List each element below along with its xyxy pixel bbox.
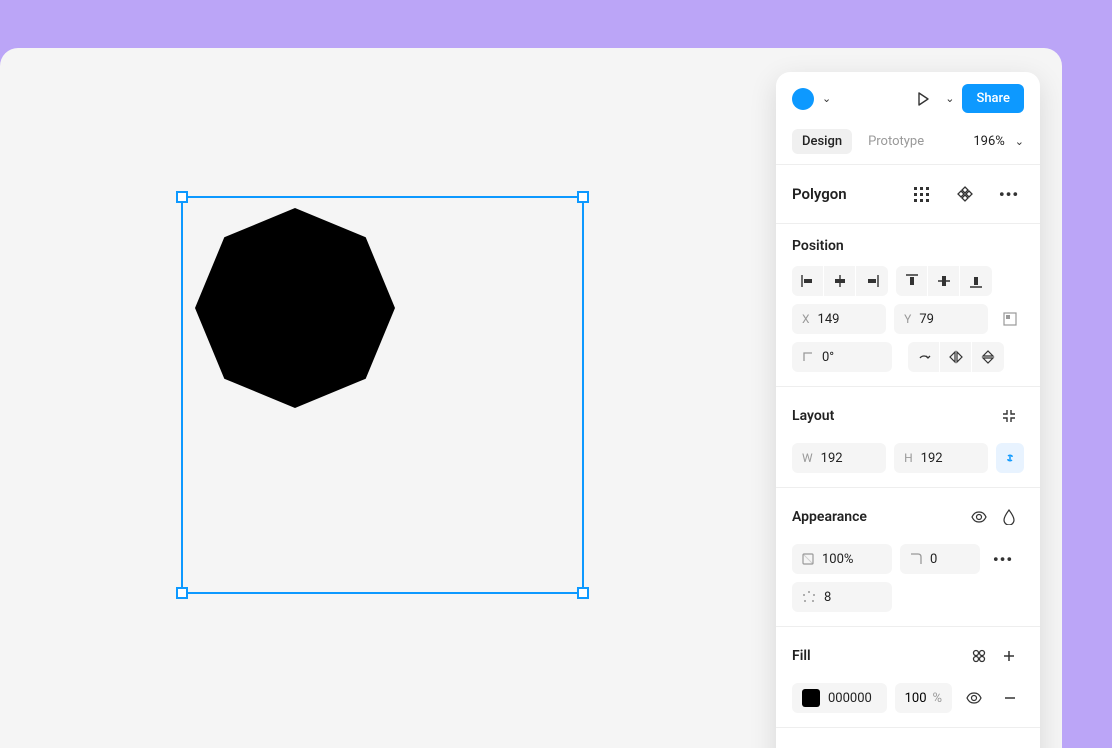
appearance-section: Appearance 100% 0 ••• xyxy=(776,487,1040,626)
chevron-down-icon[interactable]: ⌄ xyxy=(945,92,954,105)
add-stroke-icon[interactable] xyxy=(994,742,1024,748)
visibility-icon[interactable] xyxy=(960,683,988,713)
resize-handle-nw[interactable] xyxy=(176,191,188,203)
y-field[interactable]: Y 79 xyxy=(894,304,988,334)
section-title-appearance: Appearance xyxy=(792,509,867,525)
fill-color-field[interactable]: 000000 xyxy=(792,683,887,713)
h-value: 192 xyxy=(921,451,943,466)
play-button[interactable] xyxy=(909,85,937,113)
x-field[interactable]: X 149 xyxy=(792,304,886,334)
fill-pct-value: 100 xyxy=(905,691,927,706)
transform-group xyxy=(908,342,1004,372)
layout-section: Layout W 192 H 192 xyxy=(776,386,1040,487)
rotation-value: 0° xyxy=(822,350,834,365)
component-grid-icon[interactable] xyxy=(906,179,936,209)
sides-field[interactable]: 8 xyxy=(792,582,892,612)
resize-handle-ne[interactable] xyxy=(577,191,589,203)
rotation-field[interactable]: 0° xyxy=(792,342,892,372)
stroke-section: Stroke xyxy=(776,727,1040,748)
radius-field[interactable]: 0 xyxy=(900,544,980,574)
fill-swatch[interactable] xyxy=(802,689,820,707)
flip-horizontal-icon[interactable] xyxy=(940,342,972,372)
blend-icon[interactable] xyxy=(994,502,1024,532)
section-title-fill: Fill xyxy=(792,648,811,664)
flip-90-icon[interactable] xyxy=(908,342,940,372)
y-value: 79 xyxy=(919,312,934,327)
height-field[interactable]: H 192 xyxy=(894,443,988,473)
fill-section: Fill 000000 100 % xyxy=(776,626,1040,727)
align-bottom-icon[interactable] xyxy=(960,266,992,296)
chevron-down-icon[interactable]: ⌄ xyxy=(822,92,831,105)
more-icon[interactable]: ••• xyxy=(994,179,1024,209)
visibility-icon[interactable] xyxy=(964,502,994,532)
selection-box[interactable] xyxy=(181,196,584,594)
fill-hex: 000000 xyxy=(828,691,872,706)
properties-panel: ⌄ ⌄ Share Design Prototype 196% ⌄ Polygo… xyxy=(776,72,1040,748)
resize-handle-se[interactable] xyxy=(577,587,589,599)
constrain-icon[interactable] xyxy=(996,443,1024,473)
resize-handle-sw[interactable] xyxy=(176,587,188,599)
x-label: X xyxy=(802,312,810,326)
zoom-level[interactable]: 196% xyxy=(973,134,1008,149)
align-vertical-group xyxy=(896,266,992,296)
abs-position-icon[interactable] xyxy=(996,304,1024,334)
align-horizontal-group xyxy=(792,266,888,296)
opacity-value: 100% xyxy=(822,552,853,567)
x-value: 149 xyxy=(818,312,840,327)
fill-pct-unit: % xyxy=(933,691,943,706)
share-button[interactable]: Share xyxy=(962,84,1024,113)
sides-value: 8 xyxy=(824,590,831,605)
tab-design[interactable]: Design xyxy=(792,129,852,154)
more-icon[interactable]: ••• xyxy=(988,544,1018,574)
layer-name: Polygon xyxy=(792,185,847,203)
styles-icon[interactable] xyxy=(964,641,994,671)
add-fill-icon[interactable] xyxy=(994,641,1024,671)
page-color-swatch[interactable] xyxy=(792,88,814,110)
y-label: Y xyxy=(904,312,911,326)
width-field[interactable]: W 192 xyxy=(792,443,886,473)
w-value: 192 xyxy=(821,451,843,466)
variant-icon[interactable] xyxy=(950,179,980,209)
flip-vertical-icon[interactable] xyxy=(972,342,1004,372)
tab-prototype[interactable]: Prototype xyxy=(858,129,934,154)
section-title-layout: Layout xyxy=(792,408,834,424)
chevron-down-icon[interactable]: ⌄ xyxy=(1015,135,1024,148)
radius-value: 0 xyxy=(930,552,937,567)
h-label: H xyxy=(904,451,913,465)
remove-fill-icon[interactable] xyxy=(996,683,1024,713)
section-title-position: Position xyxy=(792,238,844,254)
position-section: Position X 149 Y 79 xyxy=(776,223,1040,386)
panel-tabs: Design Prototype 196% ⌄ xyxy=(776,125,1040,164)
align-top-icon[interactable] xyxy=(896,266,928,296)
collapse-icon[interactable] xyxy=(994,401,1024,431)
panel-header: ⌄ ⌄ Share xyxy=(776,72,1040,125)
align-center-h-icon[interactable] xyxy=(824,266,856,296)
align-center-v-icon[interactable] xyxy=(928,266,960,296)
fill-opacity-field[interactable]: 100 % xyxy=(895,683,952,713)
align-right-icon[interactable] xyxy=(856,266,888,296)
app-window: ⌄ ⌄ Share Design Prototype 196% ⌄ Polygo… xyxy=(0,48,1062,748)
opacity-field[interactable]: 100% xyxy=(792,544,892,574)
layer-header: Polygon ••• xyxy=(776,164,1040,223)
w-label: W xyxy=(802,451,813,465)
align-left-icon[interactable] xyxy=(792,266,824,296)
